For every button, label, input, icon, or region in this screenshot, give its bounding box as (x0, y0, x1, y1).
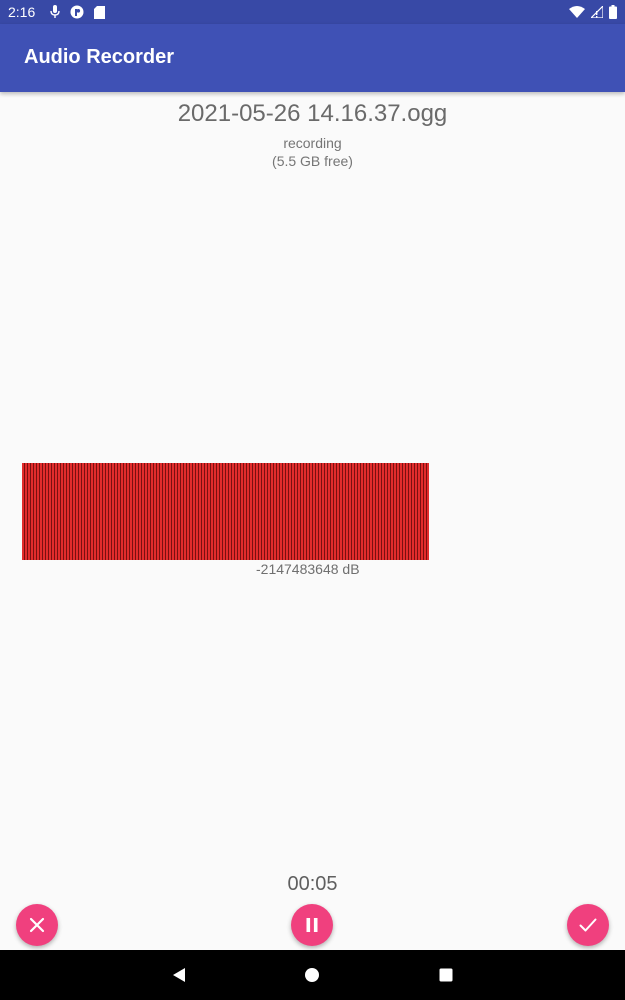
done-button[interactable] (567, 904, 609, 946)
recording-state: recording (283, 135, 342, 151)
status-bar: 2:16 (0, 0, 625, 24)
nav-back-button[interactable] (168, 964, 190, 986)
wifi-icon (569, 6, 585, 18)
status-notification-icons (50, 5, 105, 19)
app-bar: Audio Recorder (0, 24, 625, 92)
app-icon (70, 5, 84, 19)
navigation-bar (0, 950, 625, 1000)
recents-icon (439, 968, 453, 982)
status-system-icons (569, 5, 617, 19)
home-icon (305, 968, 319, 982)
check-icon (579, 918, 597, 932)
cancel-button[interactable] (16, 904, 58, 946)
free-space-label: (5.5 GB free) (272, 153, 353, 169)
audio-level-db: -2147483648 dB (256, 561, 360, 577)
status-time: 2:16 (8, 4, 36, 20)
battery-icon (609, 5, 617, 19)
pause-button[interactable] (291, 904, 333, 946)
signal-icon (591, 6, 603, 18)
elapsed-timer: 00:05 (287, 873, 338, 895)
close-icon (29, 917, 45, 933)
nav-home-button[interactable] (301, 964, 323, 986)
recording-file-name: 2021-05-26 14.16.37.ogg (177, 100, 448, 127)
nav-recents-button[interactable] (435, 964, 457, 986)
microphone-icon (50, 5, 60, 18)
app-title: Audio Recorder (24, 46, 175, 68)
sd-card-icon (94, 5, 105, 19)
audio-level-meter (22, 463, 429, 560)
pause-icon (306, 918, 318, 932)
back-icon (173, 968, 185, 982)
